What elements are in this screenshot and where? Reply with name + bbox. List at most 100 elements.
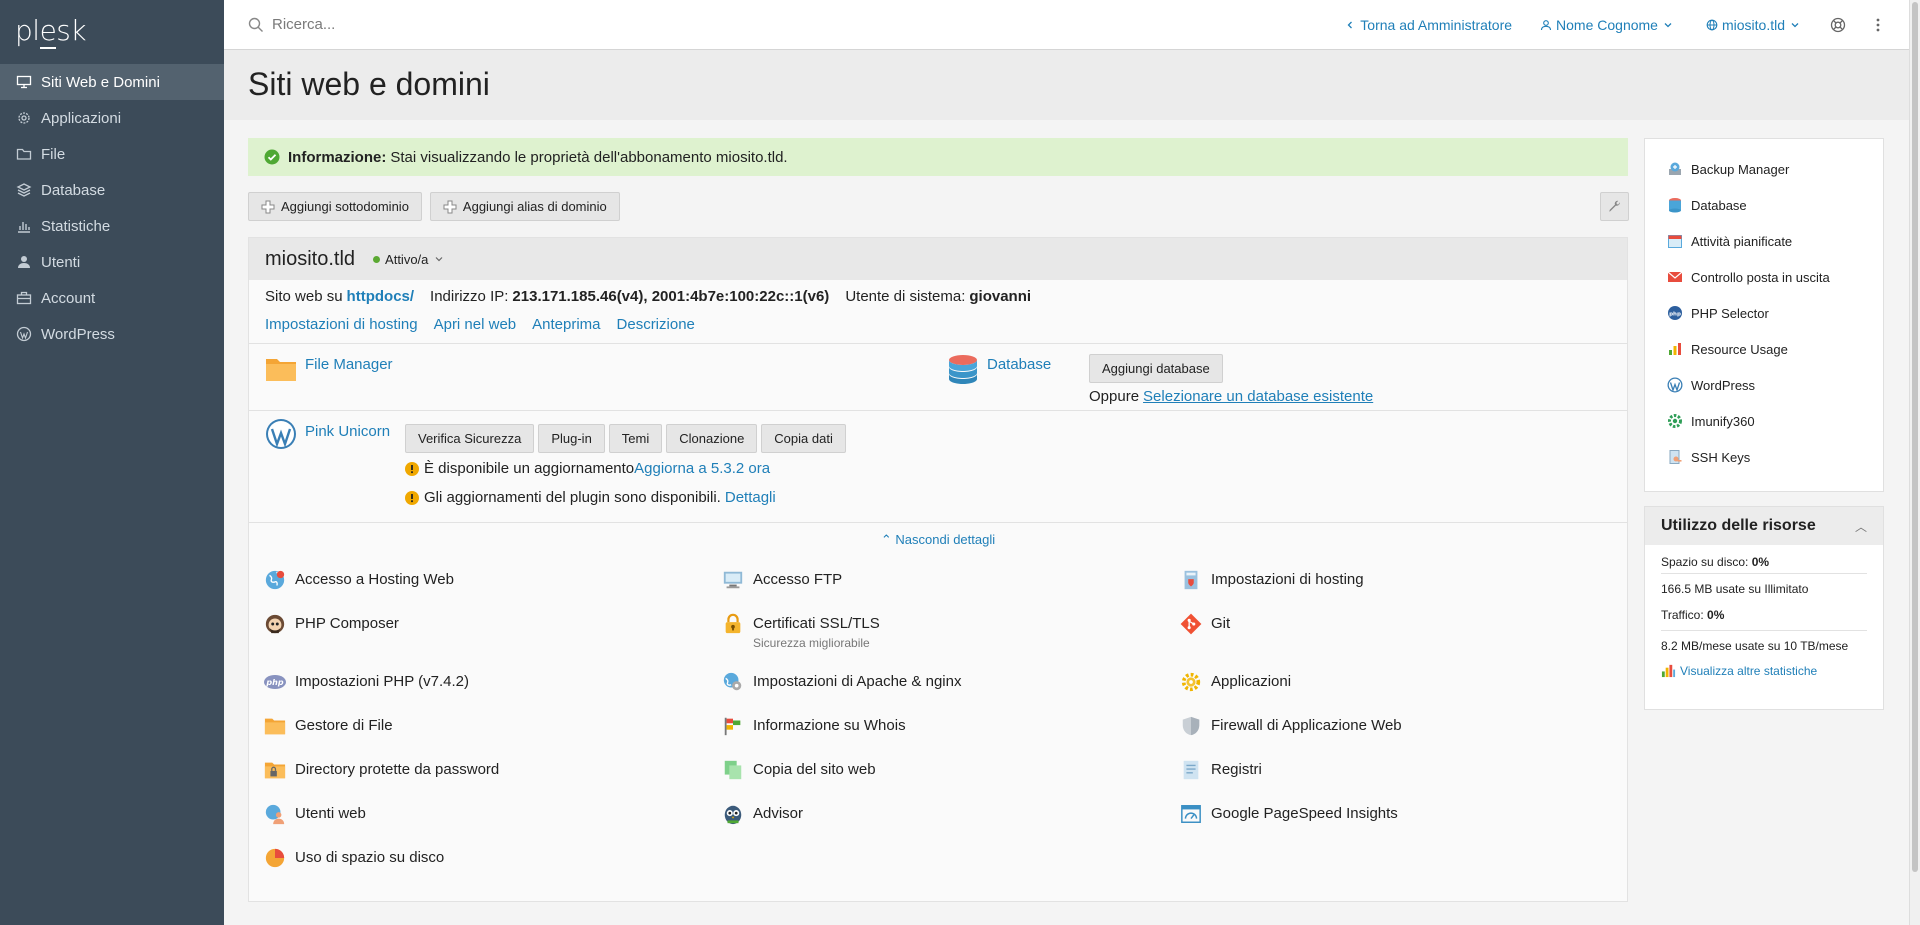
right-tool-imunify360[interactable]: Imunify360 xyxy=(1645,403,1883,439)
tool-ssl-certificates[interactable]: Certificati SSL/TLS Sicurezza migliorabi… xyxy=(721,612,880,650)
divider xyxy=(249,410,1627,411)
resource-usage-header[interactable]: Utilizzo delle risorse ︿ xyxy=(1645,507,1883,545)
domain-menu[interactable]: miosito.tld xyxy=(1702,17,1805,33)
right-tool-outgoing-mail-control[interactable]: Controllo posta in uscita xyxy=(1645,259,1883,295)
back-to-admin-link[interactable]: Torna ad Amministratore xyxy=(1340,17,1512,33)
sidebar-item-wordpress[interactable]: WordPress xyxy=(0,316,224,352)
page-scrollbar[interactable] xyxy=(1909,0,1920,925)
right-tool-ssh-keys[interactable]: SSH Keys xyxy=(1645,439,1883,475)
tool-label: Impostazioni di Apache & nginx xyxy=(753,673,962,690)
bar-chart-icon xyxy=(18,222,30,233)
more-menu-button[interactable] xyxy=(1869,16,1887,34)
sidebar-item-label: Statistiche xyxy=(41,217,111,235)
tool-php-composer[interactable]: PHP Composer xyxy=(263,612,399,636)
tool-hosting-settings[interactable]: Impostazioni di hosting xyxy=(1179,568,1364,592)
svg-text:php: php xyxy=(1669,312,1681,318)
chevron-up-icon[interactable]: ︿ xyxy=(1855,518,1867,535)
tool-website-copy[interactable]: Copia del sito web xyxy=(721,758,876,782)
php-icon: php xyxy=(263,670,287,694)
right-tool-label: Backup Manager xyxy=(1691,161,1790,177)
add-subdomain-button[interactable]: Aggiungi sottodominio xyxy=(248,192,422,221)
system-user-label: Utente di sistema: xyxy=(845,288,966,305)
disk-percent: 0% xyxy=(1751,555,1770,569)
tool-git[interactable]: Git xyxy=(1179,612,1230,636)
tool-php-settings[interactable]: php Impostazioni PHP (v7.4.2) xyxy=(263,670,469,694)
wordpress-site-link[interactable]: Pink Unicorn xyxy=(305,423,390,440)
security-check-button[interactable]: Verifica Sicurezza xyxy=(405,424,535,453)
right-tool-wordpress[interactable]: WordPress xyxy=(1645,367,1883,403)
sidebar-item-statistics[interactable]: Statistiche xyxy=(0,208,224,244)
right-tool-database[interactable]: Database xyxy=(1645,187,1883,223)
tool-whois-info[interactable]: Informazione su Whois xyxy=(721,714,906,738)
tool-label: Git xyxy=(1211,615,1231,632)
site-path-link[interactable]: httpdocs/ xyxy=(347,288,415,305)
select-existing-database-link[interactable]: Selezionare un database esistente xyxy=(1143,388,1373,405)
sidebar-item-account[interactable]: Account xyxy=(0,280,224,316)
sidebar-item-applications[interactable]: Applicazioni xyxy=(0,100,224,136)
hide-details-link[interactable]: Nascondi dettagli xyxy=(895,532,995,547)
wordpress-entry[interactable]: Pink Unicorn xyxy=(265,418,390,450)
sidebar-item-databases[interactable]: Database xyxy=(0,172,224,208)
right-tool-resource-usage[interactable]: Resource Usage xyxy=(1645,331,1883,367)
tool-advisor[interactable]: Advisor xyxy=(721,802,803,826)
sidebar-item-files[interactable]: File xyxy=(0,136,224,172)
more-stats-link[interactable]: Visualizza altre statistiche xyxy=(1680,664,1817,678)
tool-google-pagespeed[interactable]: Google PageSpeed Insights xyxy=(1179,802,1398,826)
plesk-logo[interactable]: plesk xyxy=(0,0,224,64)
search-input[interactable] xyxy=(272,16,672,33)
update-now-link[interactable]: Aggiorna a 5.3.2 ora xyxy=(634,460,770,477)
database-link[interactable]: Database xyxy=(987,356,1051,373)
speed-icon xyxy=(1179,802,1203,826)
tool-label: Advisor xyxy=(753,805,804,822)
stats-icon xyxy=(1661,664,1676,678)
lock-icon xyxy=(721,612,745,636)
tool-web-hosting-access[interactable]: Accesso a Hosting Web xyxy=(263,568,454,592)
right-tool-php-selector[interactable]: php PHP Selector xyxy=(1645,295,1883,331)
sidebar-item-websites[interactable]: Siti Web e Domini xyxy=(0,64,224,100)
scrollbar-thumb[interactable] xyxy=(1912,2,1918,872)
tool-disk-space-usage[interactable]: Uso di spazio su disco xyxy=(263,846,444,870)
file-manager-link[interactable]: File Manager xyxy=(305,356,393,373)
more-stats-link-row[interactable]: Visualizza altre statistiche xyxy=(1645,663,1883,678)
description-link[interactable]: Descrizione xyxy=(617,316,695,333)
tool-web-app-firewall[interactable]: Firewall di Applicazione Web xyxy=(1179,714,1402,738)
sidebar-item-users[interactable]: Utenti xyxy=(0,244,224,280)
copy-data-button[interactable]: Copia dati xyxy=(761,424,846,453)
status-dropdown[interactable]: Attivo/a xyxy=(373,252,444,267)
folder-icon xyxy=(263,714,287,738)
help-button[interactable] xyxy=(1829,16,1847,34)
hosting-settings-link[interactable]: Impostazioni di hosting xyxy=(265,316,418,333)
web-users-icon xyxy=(263,802,287,826)
svg-text:php: php xyxy=(265,678,283,687)
backup-icon xyxy=(1669,162,1681,175)
right-tool-backup-manager[interactable]: Backup Manager xyxy=(1645,151,1883,187)
tool-apache-nginx-settings[interactable]: Impostazioni di Apache & nginx xyxy=(721,670,961,694)
plugins-button[interactable]: Plug-in xyxy=(538,424,605,453)
imunify-icon xyxy=(1668,414,1682,428)
clone-button[interactable]: Clonazione xyxy=(666,424,758,453)
tool-label: Directory protette da password xyxy=(295,761,500,778)
preview-link[interactable]: Anteprima xyxy=(532,316,600,333)
tool-web-users[interactable]: Utenti web xyxy=(263,802,366,826)
sidebar-item-label: Siti Web e Domini xyxy=(41,73,160,91)
add-domain-alias-button[interactable]: Aggiungi alias di dominio xyxy=(429,192,620,221)
settings-wrench-button[interactable] xyxy=(1600,192,1629,221)
tool-password-protected-directories[interactable]: Directory protette da password xyxy=(263,758,499,782)
plugin-details-link[interactable]: Dettagli xyxy=(725,489,776,506)
tool-applications[interactable]: Applicazioni xyxy=(1179,670,1291,694)
tool-logs[interactable]: Registri xyxy=(1179,758,1262,782)
add-database-button[interactable]: Aggiungi database xyxy=(1089,354,1223,383)
tool-file-manager[interactable]: Gestore di File xyxy=(263,714,393,738)
hide-details-toggle[interactable]: ⌃ Nascondi dettagli xyxy=(249,532,1627,548)
file-manager-entry[interactable]: File Manager xyxy=(265,353,393,385)
right-tool-label: Controllo posta in uscita xyxy=(1691,269,1830,285)
right-tool-scheduled-tasks[interactable]: Attività pianificate xyxy=(1645,223,1883,259)
plus-icon xyxy=(443,200,457,213)
tool-ftp-access[interactable]: Accesso FTP xyxy=(721,568,842,592)
disk-usage-detail: 166.5 MB usate su Illimitato xyxy=(1645,574,1883,606)
right-tool-label: Database xyxy=(1691,197,1747,213)
right-tool-label: PHP Selector xyxy=(1691,305,1769,321)
open-in-web-link[interactable]: Apri nel web xyxy=(434,316,517,333)
user-menu[interactable]: Nome Cognome xyxy=(1536,17,1678,33)
themes-button[interactable]: Temi xyxy=(608,424,663,453)
